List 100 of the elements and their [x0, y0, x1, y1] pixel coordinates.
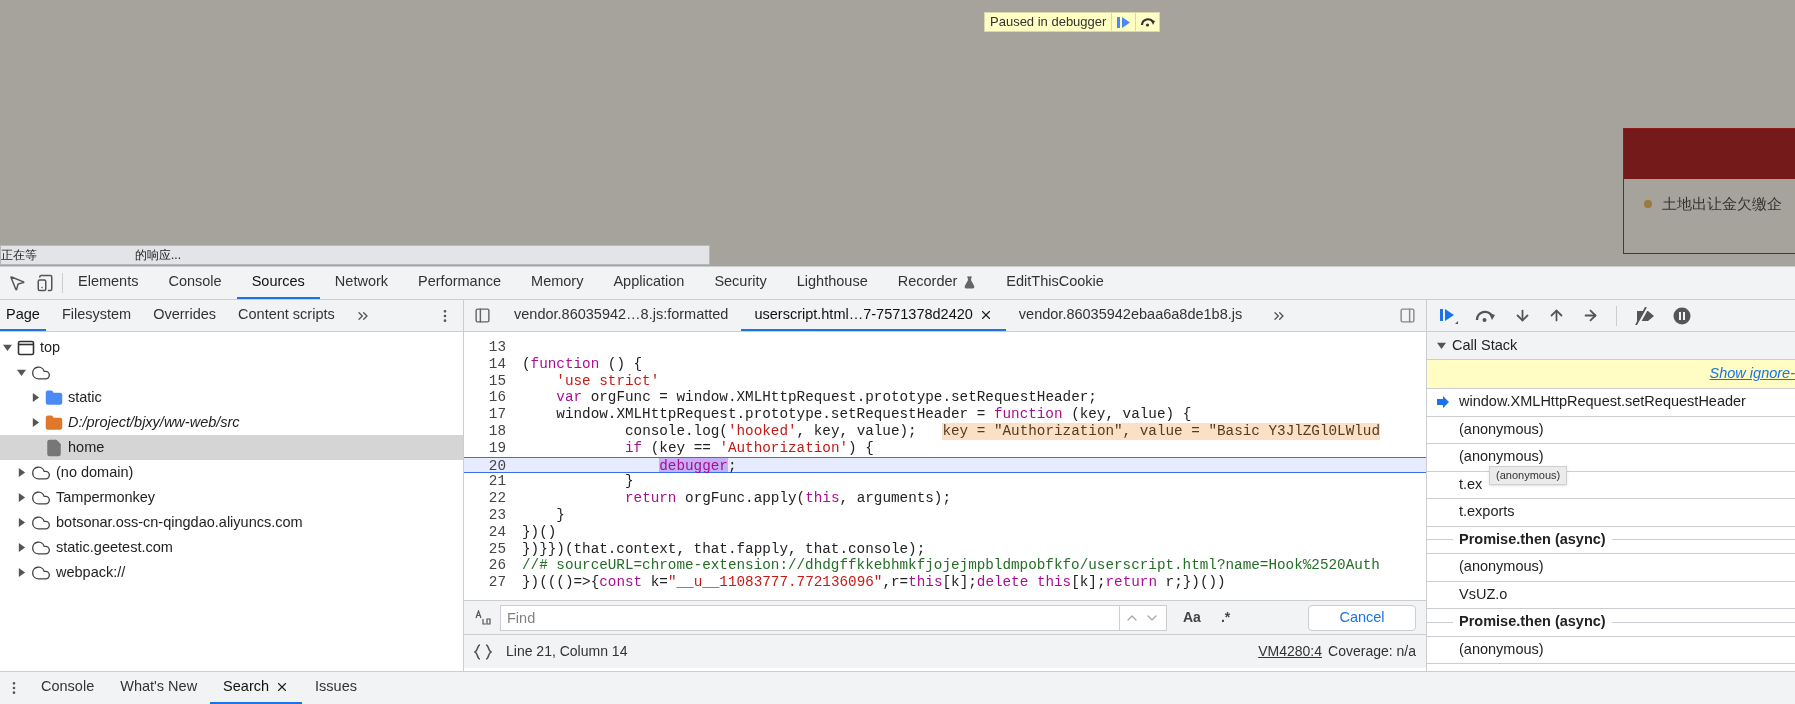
- file-tab[interactable]: vendor.86035942…8.js:formatted: [501, 300, 742, 331]
- step-icon[interactable]: [1582, 307, 1599, 324]
- collapse-arrow-icon[interactable]: [16, 368, 26, 377]
- code-token: orgFunc.apply(: [685, 490, 806, 507]
- code-token: this: [908, 574, 943, 591]
- tree-label: static: [68, 387, 102, 407]
- source-location-link[interactable]: VM4280:4: [1258, 641, 1323, 662]
- call-frame[interactable]: (anonymous): [1459, 418, 1544, 441]
- regex-toggle[interactable]: .*: [1216, 607, 1235, 628]
- code-token: (: [522, 355, 531, 373]
- drawer-tab[interactable]: Issues: [302, 672, 370, 704]
- toggle-debugger-icon[interactable]: [1399, 307, 1416, 324]
- file-tab[interactable]: vendor.86035942ebaa6a8de1b8.js: [1005, 300, 1256, 331]
- step-into-icon[interactable]: [1514, 307, 1531, 324]
- expand-arrow-icon[interactable]: [16, 468, 26, 477]
- panel-tab[interactable]: Console: [153, 267, 237, 299]
- tree-item[interactable]: top: [0, 335, 463, 360]
- panel-tab[interactable]: Elements: [63, 267, 154, 299]
- line-number: 16: [487, 389, 507, 407]
- code-token: , key, value);: [796, 423, 918, 440]
- tree-label: top: [40, 337, 61, 357]
- code-token: }: [556, 506, 565, 524]
- call-frame[interactable]: (anonymous): [1459, 556, 1544, 579]
- code-token: , arguments);: [839, 490, 952, 507]
- call-frame[interactable]: window.XMLHttpRequest.setRequestHeader: [1459, 391, 1746, 414]
- panel-tab[interactable]: EditThisCookie: [991, 267, 1119, 299]
- expand-arrow-icon[interactable]: [16, 543, 26, 552]
- collapse-arrow-icon[interactable]: [2, 343, 12, 352]
- code-token: //# sourceURL=chrome-extension://dhdgffkkebhmkfjojejmpbldmpobfkfo/userscript.html?name=Hook%2520Auth: [522, 557, 1380, 575]
- replace-toggle-icon[interactable]: [474, 609, 492, 626]
- tree-item[interactable]: botsonar.oss-cn-qingdao.aliyuncs.com: [0, 510, 463, 535]
- line-number: 25: [487, 540, 507, 558]
- notice-item[interactable]: 土地出让金欠缴企: [1662, 193, 1782, 216]
- collapse-arrow-icon[interactable]: [1437, 341, 1446, 350]
- tree-item[interactable]: Tampermonkey: [0, 485, 463, 510]
- section-header[interactable]: Call Stack: [1427, 332, 1795, 360]
- drawer-tab[interactable]: Search: [210, 672, 303, 704]
- call-frame[interactable]: (anonymous): [1459, 638, 1544, 661]
- inspect-icon[interactable]: [8, 274, 26, 292]
- tree-item[interactable]: (no domain): [0, 460, 463, 485]
- tree-label: D:/project/bjxy/ww-web/src: [68, 412, 240, 432]
- toggle-navigator-icon[interactable]: [474, 307, 491, 324]
- status-text: 正在等: [1, 247, 37, 264]
- paused-label: Paused in debugger: [989, 13, 1108, 31]
- tree-item[interactable]: webpack://: [0, 560, 463, 585]
- panel-tab[interactable]: Memory: [516, 267, 599, 299]
- expand-arrow-icon[interactable]: [16, 518, 26, 527]
- pause-icon[interactable]: [1673, 306, 1691, 325]
- call-frame[interactable]: t.exports: [1459, 501, 1515, 524]
- tree-item[interactable]: D:/project/bjxy/ww-web/src: [0, 410, 463, 435]
- line-number: 23: [487, 506, 507, 524]
- code-token: 'use strict': [556, 372, 660, 390]
- navigator-tab[interactable]: Page: [0, 300, 46, 331]
- code-token: })((()=>{: [522, 574, 600, 591]
- tree-item[interactable]: static.geetest.com: [0, 535, 463, 560]
- line-number: 20: [487, 457, 507, 473]
- panel-tab[interactable]: Lighthouse: [781, 267, 883, 299]
- cancel-button[interactable]: Cancel: [1308, 604, 1416, 631]
- pretty-print-icon[interactable]: [474, 643, 492, 660]
- drawer-tab[interactable]: What's New: [107, 672, 211, 704]
- device-toolbar-icon[interactable]: [36, 274, 54, 292]
- tree-item[interactable]: static: [0, 385, 463, 410]
- code-token: if: [624, 439, 643, 457]
- line-number: 24: [487, 523, 507, 541]
- navigator-tab[interactable]: Content scripts: [232, 300, 341, 331]
- tree-item[interactable]: home: [0, 435, 463, 460]
- panel-tab[interactable]: Recorder: [882, 267, 992, 299]
- code-token: })}})(that.context, that.fapply, that.console);: [522, 540, 926, 558]
- show-ignored-link[interactable]: Show ignore-: [1709, 363, 1795, 385]
- expand-arrow-icon[interactable]: [30, 393, 40, 402]
- drawer-tab[interactable]: Console: [28, 672, 108, 704]
- tree-label: static.geetest.com: [56, 537, 173, 557]
- code-token: k=: [650, 574, 668, 591]
- step-over-icon[interactable]: [1475, 309, 1497, 322]
- call-frame[interactable]: (anonymous): [1459, 446, 1544, 469]
- inline-value: key = "Authorization", value = "Basic Y3JlZGl0LWlud: [942, 423, 1380, 440]
- panel-tab[interactable]: Network: [319, 267, 404, 299]
- panel-tab[interactable]: Security: [699, 267, 782, 299]
- step-out-icon[interactable]: [1548, 307, 1565, 324]
- resume-icon[interactable]: [1440, 307, 1458, 324]
- navigator-tab[interactable]: Filesystem: [55, 300, 138, 331]
- expand-arrow-icon[interactable]: [16, 568, 26, 577]
- find-field[interactable]: Find: [500, 604, 1120, 631]
- navigator-tab[interactable]: Overrides: [147, 300, 223, 331]
- deactivate-breakpoints-icon[interactable]: [1634, 306, 1656, 325]
- call-frame[interactable]: t.ex: [1459, 473, 1483, 496]
- code-token: [k];: [942, 574, 977, 591]
- expand-arrow-icon[interactable]: [30, 418, 40, 427]
- panel-tab[interactable]: Performance: [403, 267, 517, 299]
- call-frame[interactable]: VsUZ.o: [1459, 583, 1508, 606]
- panel-tab[interactable]: Application: [598, 267, 700, 299]
- code-token: r;})()): [1165, 574, 1226, 591]
- expand-arrow-icon[interactable]: [16, 493, 26, 502]
- code-token: 'hooked': [727, 423, 797, 440]
- file-tab[interactable]: userscript.html…7-7571378d2420: [741, 300, 1006, 331]
- code-token: [k];: [1071, 574, 1106, 591]
- line-number: 26: [487, 557, 507, 575]
- match-case-toggle[interactable]: Aa: [1175, 607, 1209, 628]
- code-token: debugger: [659, 457, 728, 473]
- section-title: Call Stack: [1452, 335, 1518, 355]
